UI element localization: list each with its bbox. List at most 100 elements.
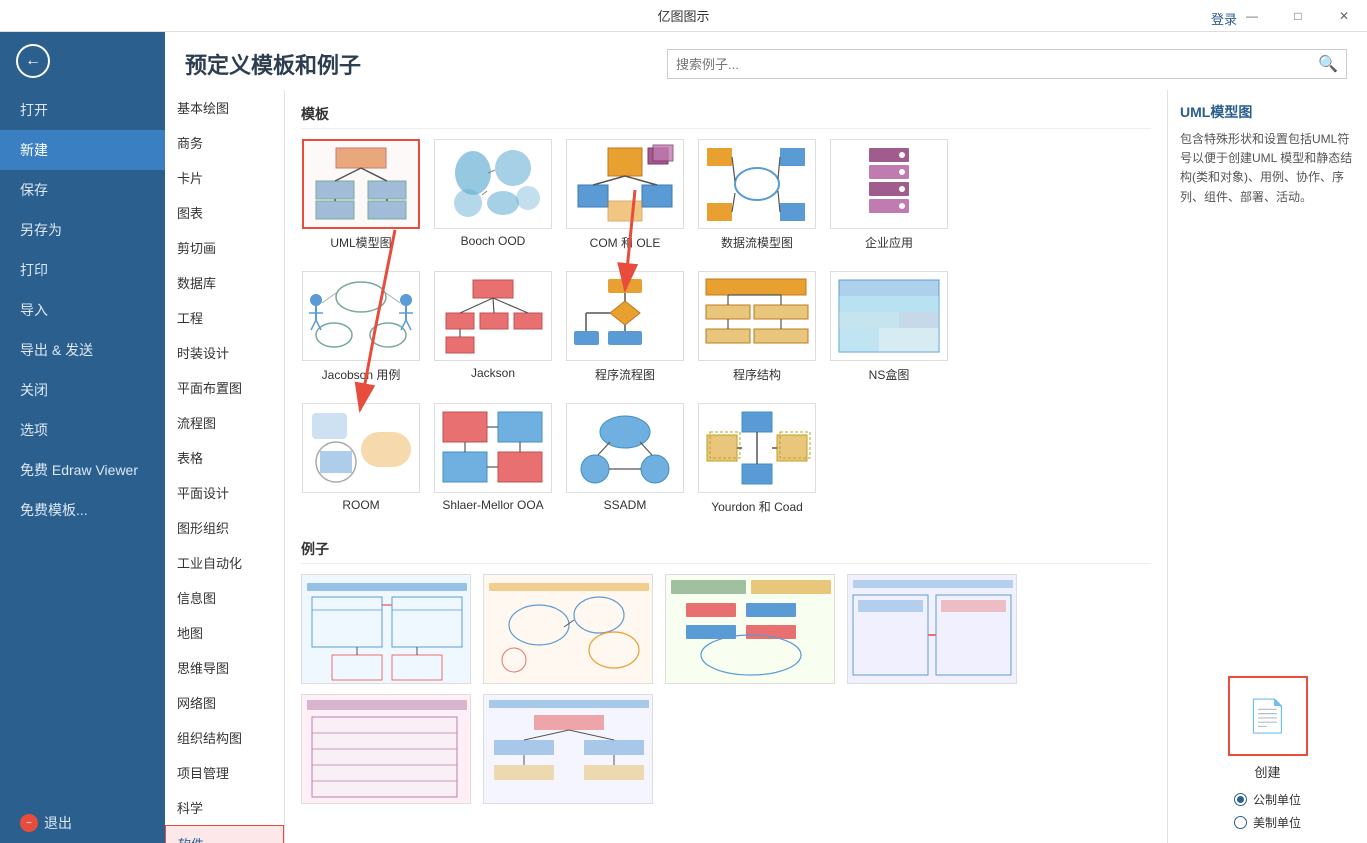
category-fashion[interactable]: 时装设计: [165, 335, 284, 370]
category-flowchart[interactable]: 流程图: [165, 405, 284, 440]
template-thumb-com: [566, 139, 684, 229]
template-thumb-shlaer: [434, 403, 552, 493]
right-panel-description: 包含特殊形状和设置包括UML符号以便于创建UML 模型和静态结构(类和对象)、用…: [1180, 130, 1355, 207]
example-5[interactable]: [301, 694, 471, 804]
template-thumb-progflow: [566, 271, 684, 361]
category-database[interactable]: 数据库: [165, 265, 284, 300]
sidebar-item-options[interactable]: 选项: [0, 410, 165, 450]
minimize-button[interactable]: —: [1229, 0, 1275, 32]
template-jacobson[interactable]: Jacobson 用例: [301, 271, 421, 383]
category-floorplan[interactable]: 平面布置图: [165, 370, 284, 405]
sidebar-item-export[interactable]: 导出 & 发送: [0, 330, 165, 370]
sidebar-item-viewer[interactable]: 免费 Edraw Viewer: [0, 450, 165, 490]
unit-us[interactable]: 美制单位: [1234, 814, 1301, 831]
sidebar-back: ←: [0, 32, 165, 90]
sidebar-item-saveas[interactable]: 另存为: [0, 210, 165, 250]
back-icon: ←: [25, 52, 41, 70]
sidebar-item-freetemplate[interactable]: 免费模板...: [0, 490, 165, 530]
back-button[interactable]: ←: [16, 44, 50, 78]
example-2[interactable]: [483, 574, 653, 684]
sidebar-item-new[interactable]: 新建: [0, 130, 165, 170]
template-thumb-uml: [302, 139, 420, 229]
category-storyboard[interactable]: 剪切画: [165, 230, 284, 265]
sidebar: ← 打开 新建 保存 另存为 打印 导入 导出 & 发送 关闭 选项 免费 Ed…: [0, 32, 165, 843]
close-button[interactable]: ✕: [1321, 0, 1367, 32]
category-basic[interactable]: 基本绘图: [165, 90, 284, 125]
template-room[interactable]: ROOM: [301, 403, 421, 515]
sidebar-item-exit[interactable]: − 退出: [0, 803, 165, 843]
search-input[interactable]: [676, 57, 1318, 72]
template-name-shlaer: Shlaer-Mellor OOA: [442, 498, 543, 512]
template-yourdon[interactable]: Yourdon 和 Coad: [697, 403, 817, 515]
category-science[interactable]: 科学: [165, 790, 284, 825]
template-shlaer[interactable]: Shlaer-Mellor OOA: [433, 403, 553, 515]
example-4[interactable]: [847, 574, 1017, 684]
template-ns[interactable]: NS盒图: [829, 271, 949, 383]
unit-public[interactable]: 公制单位: [1234, 791, 1301, 808]
file-icon: 📄: [1248, 697, 1288, 735]
category-flatdesign[interactable]: 平面设计: [165, 475, 284, 510]
maximize-button[interactable]: □: [1275, 0, 1321, 32]
category-industrial[interactable]: 工业自动化: [165, 545, 284, 580]
example-3[interactable]: [665, 574, 835, 684]
template-thumb-progstruct: [698, 271, 816, 361]
template-name-com: COM 和 OLE: [590, 234, 661, 251]
page-title: 预定义模板和例子: [185, 48, 361, 80]
category-mindmap[interactable]: 思维导图: [165, 650, 284, 685]
template-uml[interactable]: UML模型图: [301, 139, 421, 251]
radio-public[interactable]: [1234, 793, 1247, 806]
units-radio-group: 公制单位 美制单位: [1234, 791, 1301, 831]
template-dataflow[interactable]: 数据流模型图: [697, 139, 817, 251]
template-thumb-ns: [830, 271, 948, 361]
category-card[interactable]: 卡片: [165, 160, 284, 195]
search-icon[interactable]: 🔍: [1318, 54, 1338, 74]
category-list: 基本绘图 商务 卡片 图表 剪切画 数据库 工程 时装设计 平面布置图 流程图 …: [165, 90, 285, 843]
template-name-progflow: 程序流程图: [595, 366, 655, 383]
example-1[interactable]: [301, 574, 471, 684]
category-business[interactable]: 商务: [165, 125, 284, 160]
category-network[interactable]: 网络图: [165, 685, 284, 720]
sidebar-item-open[interactable]: 打开: [0, 90, 165, 130]
template-com[interactable]: COM 和 OLE: [565, 139, 685, 251]
create-button[interactable]: 📄: [1228, 676, 1308, 756]
template-progstruct[interactable]: 程序结构: [697, 271, 817, 383]
template-enterprise[interactable]: 企业应用: [829, 139, 949, 251]
template-ssadm[interactable]: SSADM: [565, 403, 685, 515]
section-templates: 模板: [301, 100, 1151, 129]
category-infographic[interactable]: 图形组织: [165, 510, 284, 545]
template-thumb-jackson: [434, 271, 552, 361]
sidebar-item-print[interactable]: 打印: [0, 250, 165, 290]
sidebar-item-close[interactable]: 关闭: [0, 370, 165, 410]
category-software[interactable]: 软件: [165, 825, 284, 843]
template-name-booch: Booch OOD: [461, 234, 526, 248]
template-name-uml: UML模型图: [330, 234, 391, 251]
template-name-ssadm: SSADM: [604, 498, 647, 512]
template-thumb-room: [302, 403, 420, 493]
category-orgchart[interactable]: 组织结构图: [165, 720, 284, 755]
sidebar-item-save[interactable]: 保存: [0, 170, 165, 210]
window-controls: — □ ✕: [1229, 0, 1367, 32]
category-info[interactable]: 信息图: [165, 580, 284, 615]
search-bar: 🔍: [667, 49, 1347, 79]
category-map[interactable]: 地图: [165, 615, 284, 650]
radio-us[interactable]: [1234, 816, 1247, 829]
example-6[interactable]: [483, 694, 653, 804]
template-progflow[interactable]: 程序流程图: [565, 271, 685, 383]
main-content: 预定义模板和例子 🔍 基本绘图 商务 卡片 图表 剪切画 数据库 工程 时装设计…: [165, 32, 1367, 843]
sidebar-item-import[interactable]: 导入: [0, 290, 165, 330]
section-examples: 例子: [301, 535, 1151, 564]
app-body: ← 打开 新建 保存 另存为 打印 导入 导出 & 发送 关闭 选项 免费 Ed…: [0, 32, 1367, 843]
template-thumb-booch: [434, 139, 552, 229]
template-jackson[interactable]: Jackson: [433, 271, 553, 383]
template-thumb-yourdon: [698, 403, 816, 493]
template-grid-row3: ROOM: [301, 403, 1151, 515]
category-engineering[interactable]: 工程: [165, 300, 284, 335]
template-thumb-jacobson: [302, 271, 420, 361]
category-chart[interactable]: 图表: [165, 195, 284, 230]
titlebar: 登录 亿图图示 — □ ✕: [0, 0, 1367, 32]
template-booch[interactable]: Booch OOD: [433, 139, 553, 251]
category-table[interactable]: 表格: [165, 440, 284, 475]
template-grid-row1: UML模型图: [301, 139, 1151, 251]
examples-grid: [301, 574, 1151, 684]
category-project[interactable]: 项目管理: [165, 755, 284, 790]
